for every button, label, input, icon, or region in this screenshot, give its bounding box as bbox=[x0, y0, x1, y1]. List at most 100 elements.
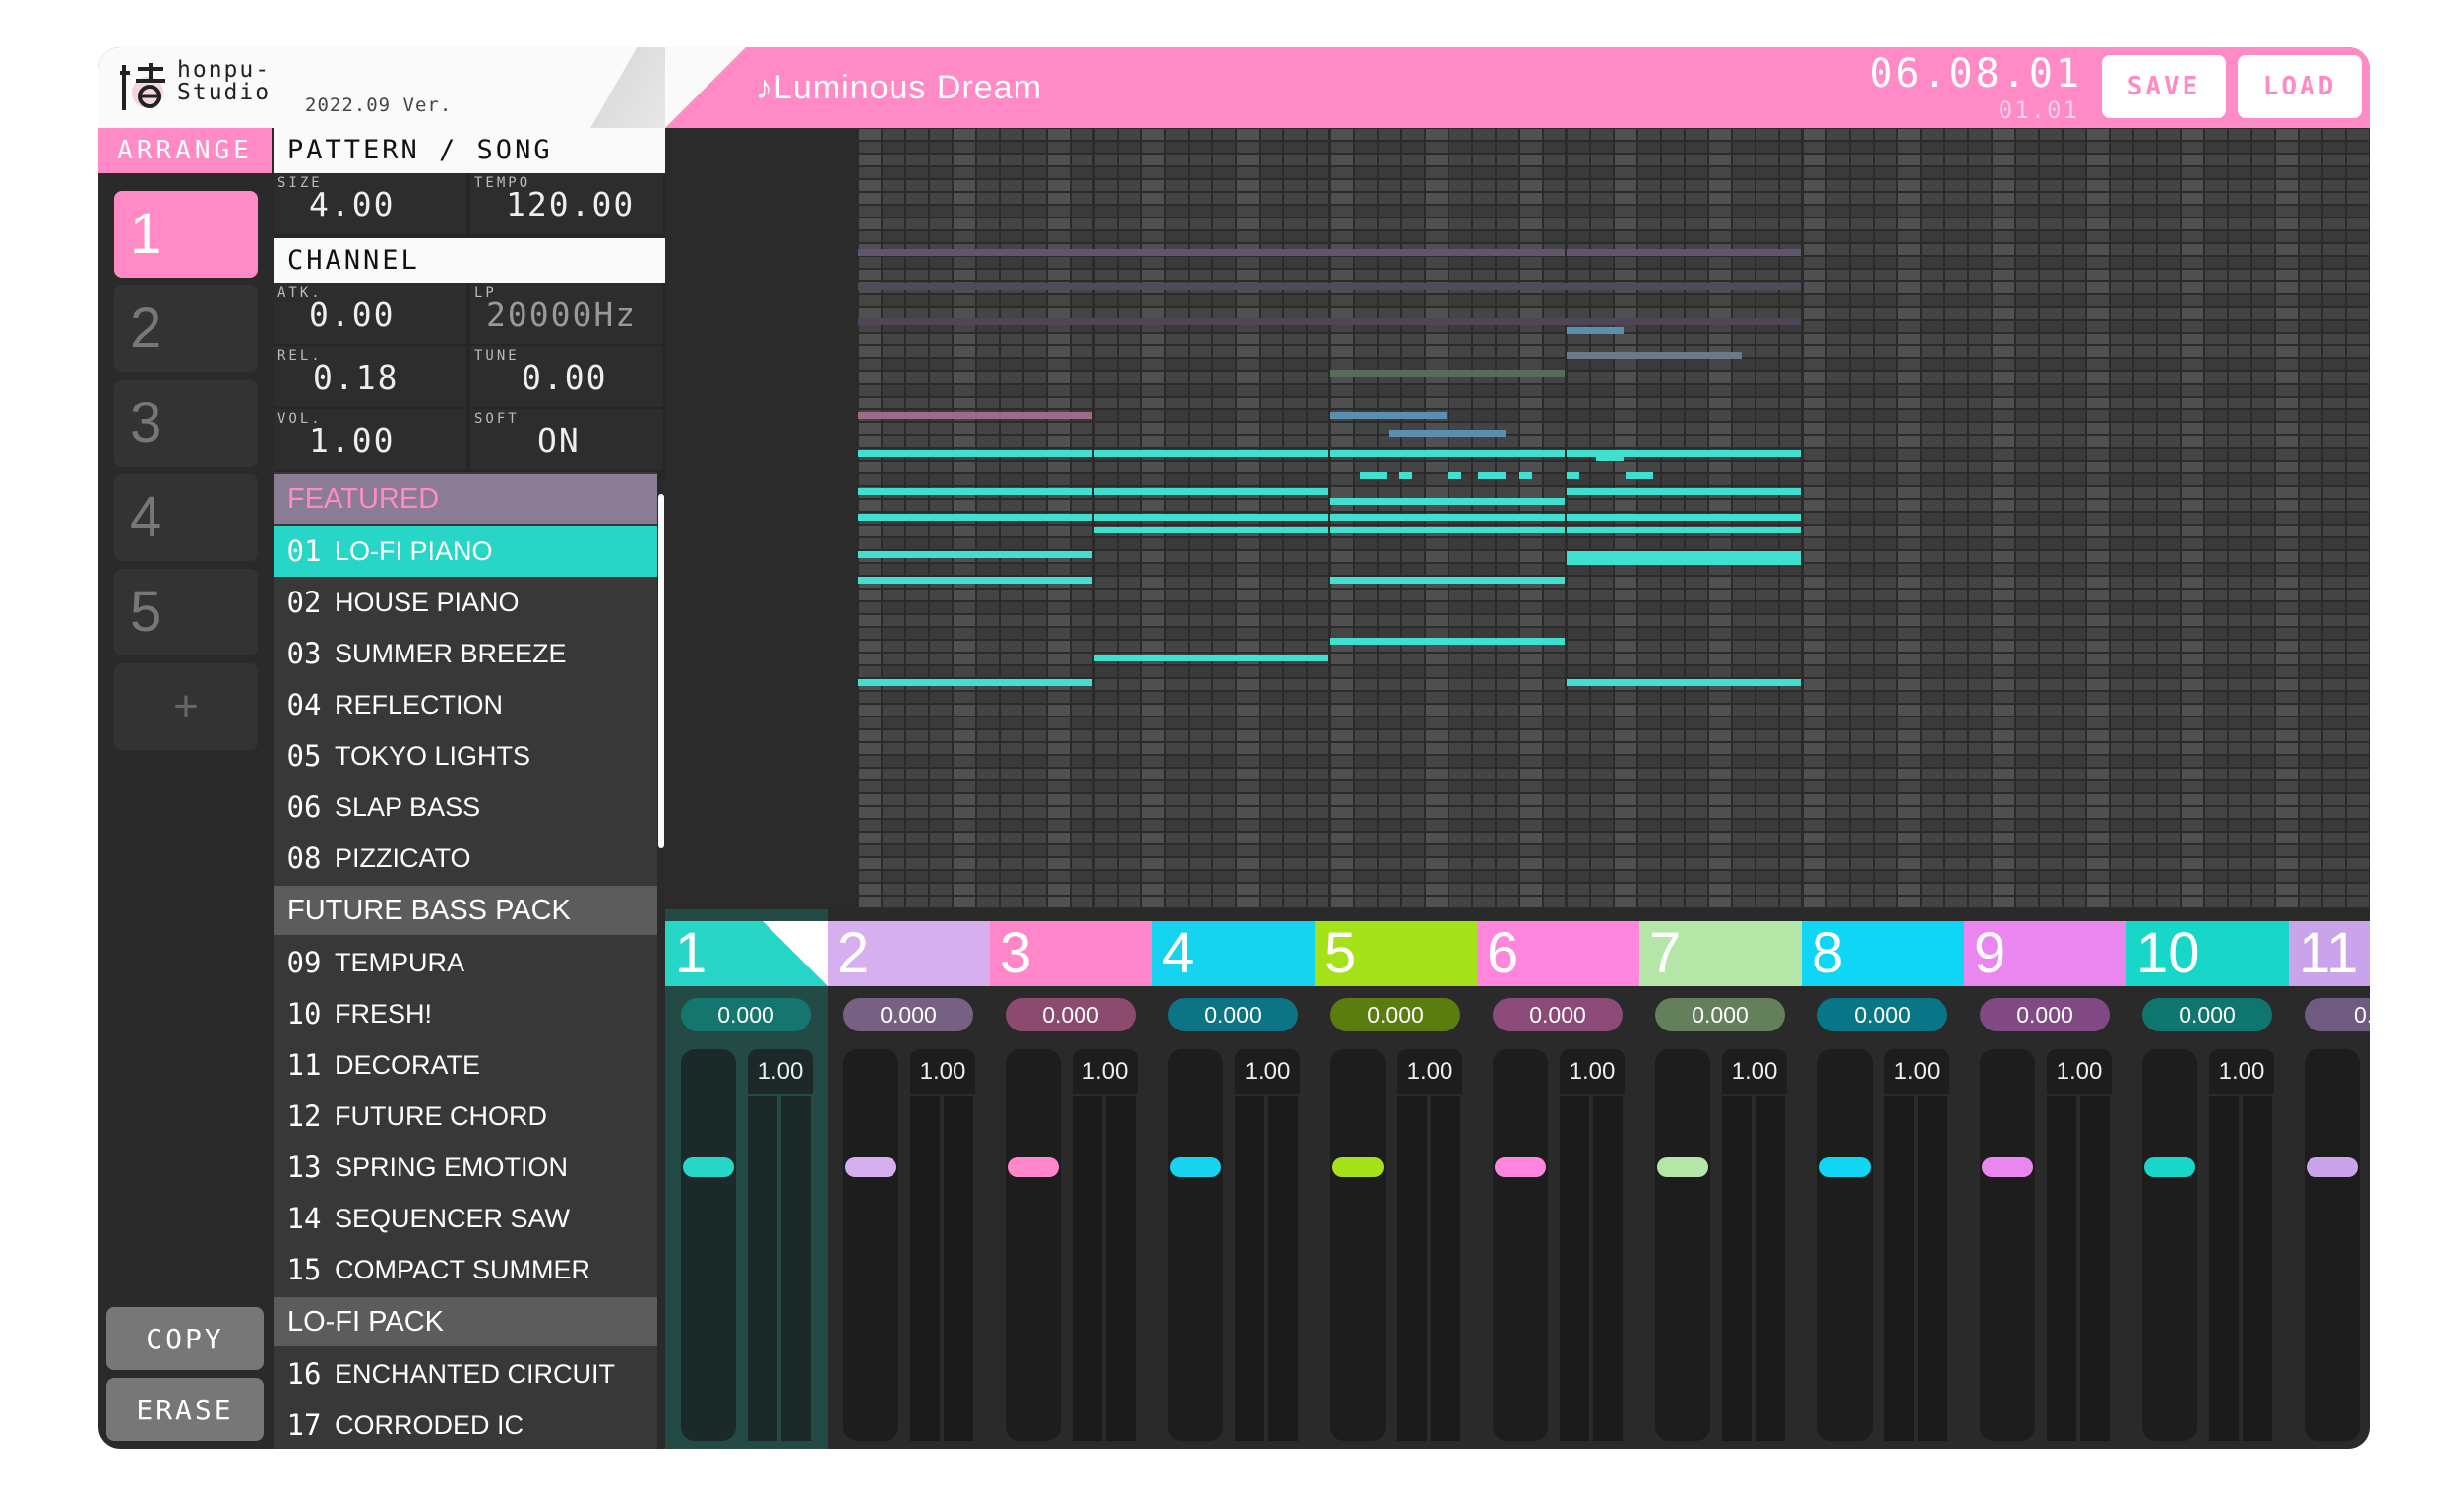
channel-tab[interactable]: 9 bbox=[1964, 921, 2126, 986]
volume-fader-handle[interactable] bbox=[845, 1157, 896, 1177]
preset-item[interactable]: 16 ENCHANTED CIRCUIT bbox=[274, 1348, 657, 1400]
channel-tab[interactable]: 6 bbox=[1477, 921, 1639, 986]
preset-item[interactable]: 08 PIZZICATO bbox=[274, 833, 657, 884]
pan-knob[interactable]: 0.0 bbox=[2305, 998, 2370, 1031]
note[interactable] bbox=[858, 283, 1801, 290]
tune-param[interactable]: TUNE 0.00 bbox=[470, 346, 663, 407]
song-title[interactable]: ♪Luminous Dream bbox=[756, 69, 1042, 107]
soft-param[interactable]: SOFT ON bbox=[470, 409, 663, 470]
note[interactable] bbox=[858, 249, 1565, 256]
pan-knob[interactable]: 0.000 bbox=[1493, 998, 1623, 1031]
volume-fader-handle[interactable] bbox=[683, 1157, 734, 1177]
pan-knob[interactable]: 0.000 bbox=[1006, 998, 1136, 1031]
note[interactable] bbox=[858, 514, 1092, 521]
preset-item[interactable]: 13 SPRING EMOTION bbox=[274, 1142, 657, 1193]
preset-category[interactable]: FUTURE BASS PACK bbox=[274, 886, 657, 935]
note[interactable] bbox=[1478, 472, 1506, 479]
note[interactable] bbox=[858, 679, 1092, 686]
pan-knob[interactable]: 0.000 bbox=[1980, 998, 2110, 1031]
preset-item[interactable]: 10 FRESH! bbox=[274, 988, 657, 1039]
preset-scrollbar-thumb[interactable] bbox=[658, 494, 664, 848]
arrange-slot-5[interactable]: 5 bbox=[114, 569, 258, 655]
note[interactable] bbox=[1567, 488, 1801, 495]
arrange-slot-1[interactable]: 1 bbox=[114, 191, 258, 278]
release-param[interactable]: REL. 0.18 bbox=[274, 346, 466, 407]
channel-tab[interactable]: 8 bbox=[1802, 921, 1964, 986]
preset-category[interactable]: FEATURED bbox=[274, 474, 657, 524]
note[interactable] bbox=[1567, 352, 1742, 359]
note[interactable] bbox=[1094, 488, 1328, 495]
size-param[interactable]: SIZE 4.00 bbox=[274, 173, 466, 234]
lowpass-param[interactable]: LP 20000Hz bbox=[470, 283, 663, 344]
note[interactable] bbox=[858, 488, 1092, 495]
note[interactable] bbox=[1567, 551, 1801, 558]
note[interactable] bbox=[1567, 527, 1801, 533]
volume-fader-handle[interactable] bbox=[2307, 1157, 2358, 1177]
note[interactable] bbox=[1389, 430, 1506, 437]
pan-knob[interactable]: 0.000 bbox=[1655, 998, 1785, 1031]
note-grid[interactable] bbox=[665, 128, 2370, 909]
pan-knob[interactable]: 0.000 bbox=[681, 998, 811, 1031]
note[interactable] bbox=[1330, 514, 1565, 521]
volume-fader-handle[interactable] bbox=[1657, 1157, 1708, 1177]
volume-fader-handle[interactable] bbox=[1495, 1157, 1546, 1177]
note[interactable] bbox=[1567, 558, 1801, 565]
preset-item[interactable]: 04 REFLECTION bbox=[274, 679, 657, 730]
note[interactable] bbox=[1626, 472, 1653, 479]
note[interactable] bbox=[858, 412, 1092, 419]
note[interactable] bbox=[1567, 679, 1801, 686]
preset-item[interactable]: 12 FUTURE CHORD bbox=[274, 1091, 657, 1142]
note[interactable] bbox=[858, 577, 1092, 584]
note[interactable] bbox=[1094, 450, 1328, 457]
attack-param[interactable]: ATK. 0.00 bbox=[274, 283, 466, 344]
save-button[interactable]: SAVE bbox=[2102, 55, 2226, 118]
preset-item[interactable]: 15 COMPACT SUMMER bbox=[274, 1244, 657, 1295]
note[interactable] bbox=[1330, 638, 1565, 645]
note[interactable] bbox=[1330, 577, 1565, 584]
note[interactable] bbox=[858, 551, 1092, 558]
volume-fader-handle[interactable] bbox=[1819, 1157, 1871, 1177]
note[interactable] bbox=[1330, 412, 1447, 419]
preset-item[interactable]: 01 LO-FI PIANO bbox=[274, 526, 657, 577]
preset-item[interactable]: 03 SUMMER BREEZE bbox=[274, 628, 657, 679]
channel-tab[interactable]: 7 bbox=[1639, 921, 1802, 986]
volume-fader[interactable] bbox=[1980, 1049, 2035, 1441]
preset-item[interactable]: 06 SLAP BASS bbox=[274, 781, 657, 833]
piano-roll[interactable] bbox=[665, 128, 2370, 909]
pan-knob[interactable]: 0.000 bbox=[1330, 998, 1460, 1031]
volume-fader[interactable] bbox=[1817, 1049, 1873, 1441]
note[interactable] bbox=[1448, 472, 1461, 479]
volume-fader-handle[interactable] bbox=[1982, 1157, 2033, 1177]
note[interactable] bbox=[1094, 527, 1328, 533]
volume-fader[interactable] bbox=[2305, 1049, 2360, 1441]
volume-param[interactable]: VOL. 1.00 bbox=[274, 409, 466, 470]
volume-fader-handle[interactable] bbox=[1332, 1157, 1384, 1177]
arrange-slot-4[interactable]: 4 bbox=[114, 474, 258, 561]
erase-button[interactable]: ERASE bbox=[106, 1378, 264, 1441]
note[interactable] bbox=[1567, 249, 1801, 256]
channel-tab[interactable]: 3 bbox=[990, 921, 1152, 986]
note[interactable] bbox=[1596, 454, 1624, 461]
volume-fader-handle[interactable] bbox=[2144, 1157, 2195, 1177]
note[interactable] bbox=[1330, 498, 1565, 505]
note[interactable] bbox=[858, 450, 1092, 457]
add-slot-button[interactable]: + bbox=[114, 663, 258, 750]
volume-fader[interactable] bbox=[1330, 1049, 1386, 1441]
arrange-slot-3[interactable]: 3 bbox=[114, 380, 258, 467]
note[interactable] bbox=[1567, 472, 1579, 479]
volume-fader[interactable] bbox=[1168, 1049, 1223, 1441]
preset-item[interactable]: 17 CORRODED IC bbox=[274, 1400, 657, 1449]
preset-scrollbar[interactable] bbox=[657, 480, 665, 1449]
note[interactable] bbox=[1519, 472, 1532, 479]
volume-fader-handle[interactable] bbox=[1008, 1157, 1059, 1177]
preset-category[interactable]: LO-FI PACK bbox=[274, 1297, 657, 1346]
channel-tab[interactable]: 4 bbox=[1152, 921, 1315, 986]
channel-tab[interactable]: 10 bbox=[2126, 921, 2289, 986]
note[interactable] bbox=[1094, 514, 1328, 521]
volume-fader[interactable] bbox=[843, 1049, 898, 1441]
pan-knob[interactable]: 0.000 bbox=[1168, 998, 1298, 1031]
arrange-slot-2[interactable]: 2 bbox=[114, 285, 258, 372]
preset-item[interactable]: 02 HOUSE PIANO bbox=[274, 577, 657, 628]
pan-knob[interactable]: 0.000 bbox=[2142, 998, 2272, 1031]
preset-item[interactable]: 09 TEMPURA bbox=[274, 937, 657, 988]
